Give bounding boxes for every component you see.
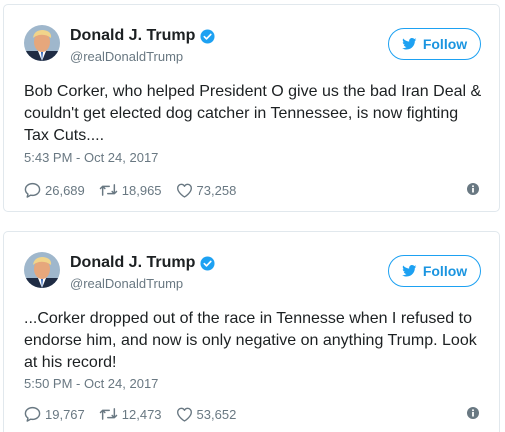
user-handle[interactable]: @realDonaldTrump	[70, 49, 183, 64]
tweet-actions: 26,689 18,965 73,258	[24, 180, 479, 200]
heart-icon	[176, 407, 193, 422]
verified-badge-icon	[200, 255, 215, 271]
like-action[interactable]: 73,258	[176, 182, 237, 198]
verified-badge-icon	[200, 28, 215, 44]
display-name[interactable]: Donald J. Trump	[70, 27, 195, 45]
reply-icon	[24, 182, 41, 198]
retweet-icon	[99, 407, 118, 421]
like-count: 73,258	[196, 182, 237, 198]
retweet-action[interactable]: 18,965	[99, 183, 162, 198]
heart-icon	[176, 183, 193, 198]
avatar[interactable]	[24, 25, 60, 61]
like-count: 53,652	[196, 406, 237, 422]
name-row: Donald J. Trump	[70, 27, 215, 45]
tweet-actions: 19,767 12,473 53,652	[24, 404, 479, 424]
reply-action[interactable]: 19,767	[24, 406, 85, 422]
tweet-text: ...Corker dropped out of the race in Ten…	[24, 310, 477, 371]
retweet-count: 18,965	[121, 182, 162, 198]
tweet-card: Donald J. Trump @realDonaldTrump Follow …	[3, 231, 500, 432]
retweet-count: 12,473	[121, 406, 162, 422]
follow-button[interactable]: Follow	[388, 28, 481, 60]
display-name[interactable]: Donald J. Trump	[70, 254, 195, 272]
reply-action[interactable]: 26,689	[24, 182, 85, 198]
follow-label: Follow	[422, 36, 468, 52]
info-icon[interactable]	[467, 407, 479, 419]
retweet-action[interactable]: 12,473	[99, 407, 162, 422]
twitter-bird-icon	[402, 265, 417, 277]
twitter-bird-icon	[402, 38, 417, 50]
reply-icon	[24, 406, 41, 422]
follow-button[interactable]: Follow	[388, 255, 481, 287]
retweet-icon	[99, 183, 118, 197]
reply-count: 19,767	[45, 406, 85, 422]
like-action[interactable]: 53,652	[176, 406, 237, 422]
info-icon[interactable]	[467, 183, 479, 195]
tweet-card: Donald J. Trump @realDonaldTrump Follow …	[3, 4, 500, 212]
tweet-timestamp[interactable]: 5:43 PM - Oct 24, 2017	[24, 150, 158, 165]
follow-label: Follow	[422, 263, 468, 279]
reply-count: 26,689	[45, 182, 85, 198]
name-row: Donald J. Trump	[70, 254, 215, 272]
avatar[interactable]	[24, 252, 60, 288]
user-handle[interactable]: @realDonaldTrump	[70, 276, 183, 291]
tweet-timestamp[interactable]: 5:50 PM - Oct 24, 2017	[24, 376, 158, 391]
tweet-text: Bob Corker, who helped President O give …	[24, 83, 482, 144]
